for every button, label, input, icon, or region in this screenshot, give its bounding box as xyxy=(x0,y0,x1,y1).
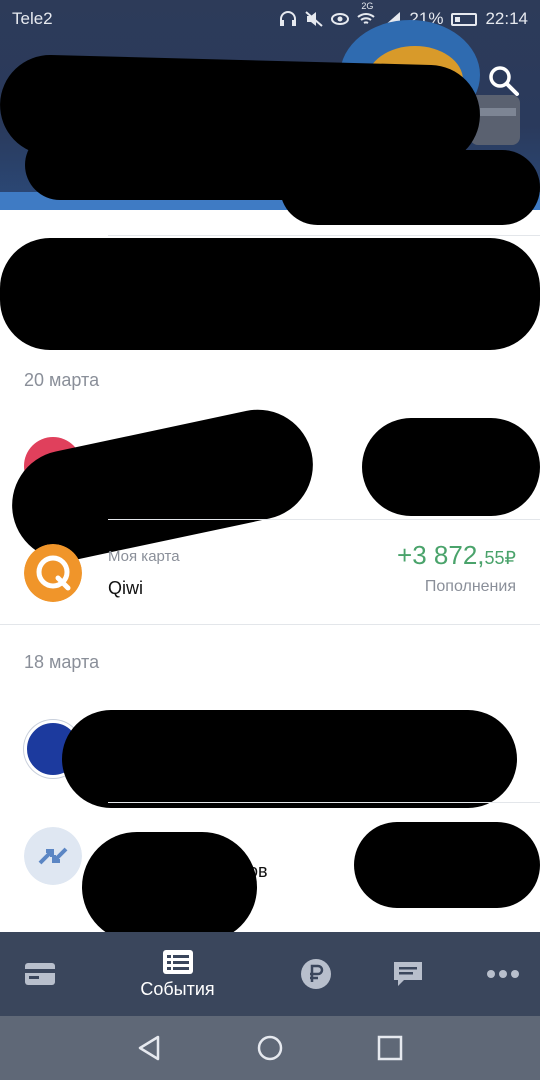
more-icon xyxy=(486,970,519,978)
back-icon[interactable] xyxy=(134,1032,166,1064)
transaction-row[interactable]: Моя карта Qiwi +3 872,55₽ Пополнения xyxy=(0,520,540,620)
search-icon[interactable] xyxy=(485,62,521,98)
nav-events-label: События xyxy=(140,978,215,999)
list-divider xyxy=(0,624,540,625)
carrier-name: Tele2 xyxy=(12,9,53,28)
recents-icon[interactable] xyxy=(374,1032,406,1064)
card-icon xyxy=(25,963,55,985)
nav-cards[interactable] xyxy=(0,932,80,1016)
amount-cents: 55 xyxy=(484,548,505,568)
redaction-7 xyxy=(62,710,517,808)
date-header: 18 марта xyxy=(24,652,100,672)
nav-events[interactable]: События xyxy=(115,932,240,1016)
transfer-arrows-icon xyxy=(24,827,82,885)
transaction-subtitle: Моя карта xyxy=(108,548,180,565)
qiwi-icon xyxy=(24,544,82,602)
chat-icon xyxy=(393,962,422,986)
transaction-amount: +3 872,55₽ xyxy=(397,540,516,571)
redaction-8 xyxy=(82,832,257,942)
ruble-icon xyxy=(300,959,331,989)
amount-main: +3 872, xyxy=(397,540,485,570)
redaction-6 xyxy=(362,418,540,516)
nav-more[interactable] xyxy=(465,932,540,1016)
bottom-navigation: События xyxy=(0,932,540,1016)
home-icon[interactable] xyxy=(254,1032,286,1064)
list-divider xyxy=(108,235,540,236)
currency-sign: ₽ xyxy=(504,548,516,568)
list-divider xyxy=(108,802,540,803)
date-header: 20 марта xyxy=(24,370,100,390)
android-navigation-bar xyxy=(0,1016,540,1080)
events-list-icon xyxy=(162,949,193,974)
redaction-9 xyxy=(354,822,540,908)
nav-chat[interactable] xyxy=(370,932,445,1016)
redaction-3 xyxy=(280,150,540,225)
nav-payments[interactable] xyxy=(278,932,353,1016)
headphones-icon xyxy=(280,11,297,26)
transaction-category: Пополнения xyxy=(424,578,516,595)
transaction-title: Qiwi xyxy=(108,578,143,598)
redaction-4 xyxy=(0,238,540,350)
network-type: 2G xyxy=(361,1,374,11)
